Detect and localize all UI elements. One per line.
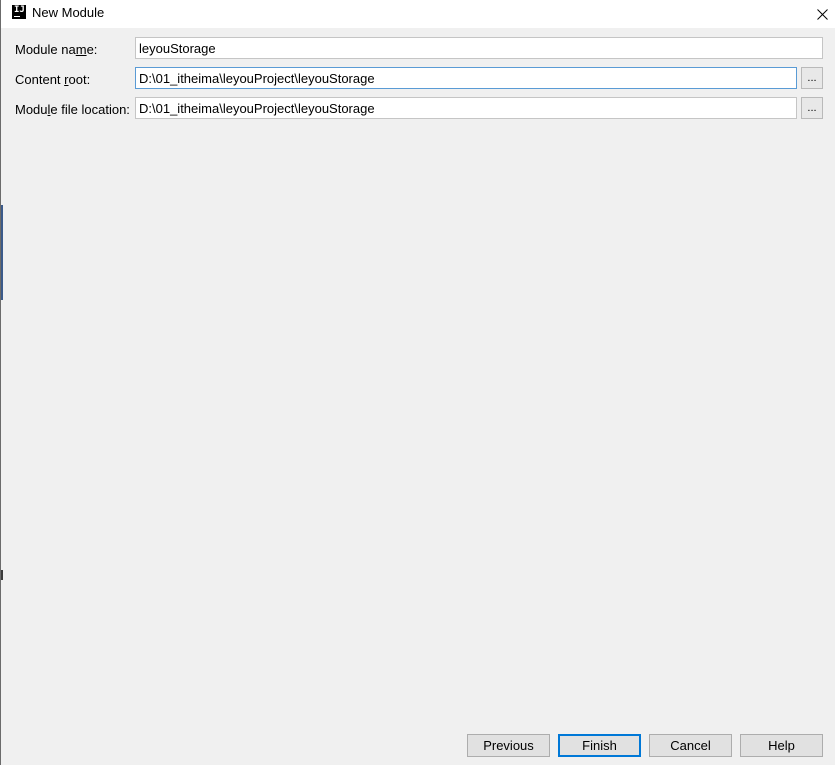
close-button[interactable] (808, 0, 835, 28)
cancel-button[interactable]: Cancel (649, 734, 732, 757)
module-file-location-browse-button[interactable]: ... (801, 97, 823, 119)
left-edge-strip (1, 570, 3, 580)
content-root-input[interactable] (135, 67, 797, 89)
content-root-label: Content root: (15, 72, 91, 87)
module-file-location-label: Module file location: (15, 102, 130, 117)
close-icon (816, 8, 828, 20)
left-edge-strip (1, 205, 3, 300)
content-root-browse-button[interactable]: ... (801, 67, 823, 89)
help-button[interactable]: Help (740, 734, 823, 757)
new-module-dialog: IJ New Module Module name: Content root:… (0, 0, 835, 765)
module-name-row: Module name: (1, 37, 835, 61)
module-file-location-input[interactable] (135, 97, 797, 119)
previous-button[interactable]: Previous (467, 734, 550, 757)
intellij-app-icon: IJ (12, 5, 26, 19)
content-root-row: Content root: ... (1, 67, 835, 91)
title-bar: IJ New Module (1, 0, 835, 28)
module-file-location-row: Module file location: ... (1, 97, 835, 121)
window-title: New Module (32, 5, 105, 20)
module-name-input[interactable] (135, 37, 823, 59)
module-name-label: Module name: (15, 42, 98, 57)
finish-button[interactable]: Finish (558, 734, 641, 757)
